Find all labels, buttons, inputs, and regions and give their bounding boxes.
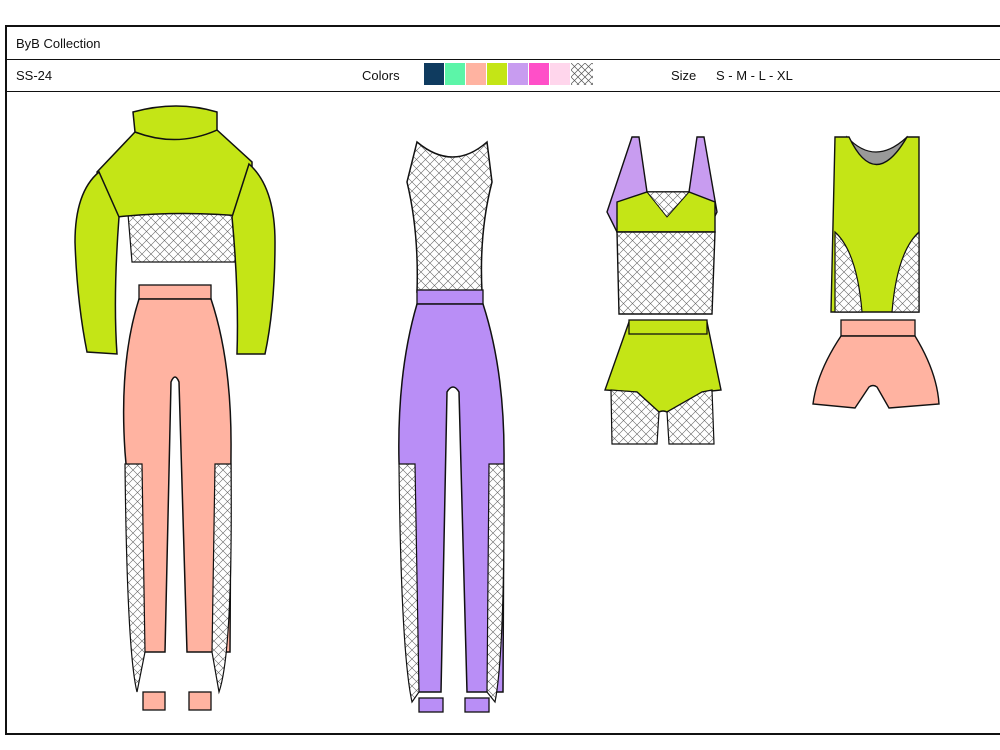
swatch-light-pink (550, 63, 570, 85)
collection-title: ByB Collection (16, 36, 101, 51)
jersey-shorts (812, 335, 940, 409)
swatch-navy (424, 63, 444, 85)
crop-sweater (96, 129, 253, 218)
mesh-bodice (406, 140, 493, 293)
size-label: Size (671, 68, 697, 83)
size-range: S - M - L - XL (716, 68, 793, 83)
garment-1-jogger-set (74, 105, 276, 711)
swatch-lime (487, 63, 507, 85)
garment-4-tank-and-shorts (812, 135, 940, 409)
garment-3-top-and-shorts (604, 136, 722, 445)
colors-label: Colors (362, 68, 400, 83)
season-code: SS-24 (16, 68, 53, 83)
garment-2-jumpsuit (398, 140, 505, 713)
swatch-peach (466, 63, 486, 85)
swatch-lavender (508, 63, 528, 85)
header-row-collection: ByB Collection (7, 27, 1000, 60)
swatch-hot-pink (529, 63, 549, 85)
spec-sheet: ByB Collection SS-24 Colors Size S - M -… (5, 25, 1000, 735)
flat-sketches (74, 105, 940, 713)
swatch-mint (445, 63, 465, 85)
swatch-mesh (571, 63, 593, 85)
